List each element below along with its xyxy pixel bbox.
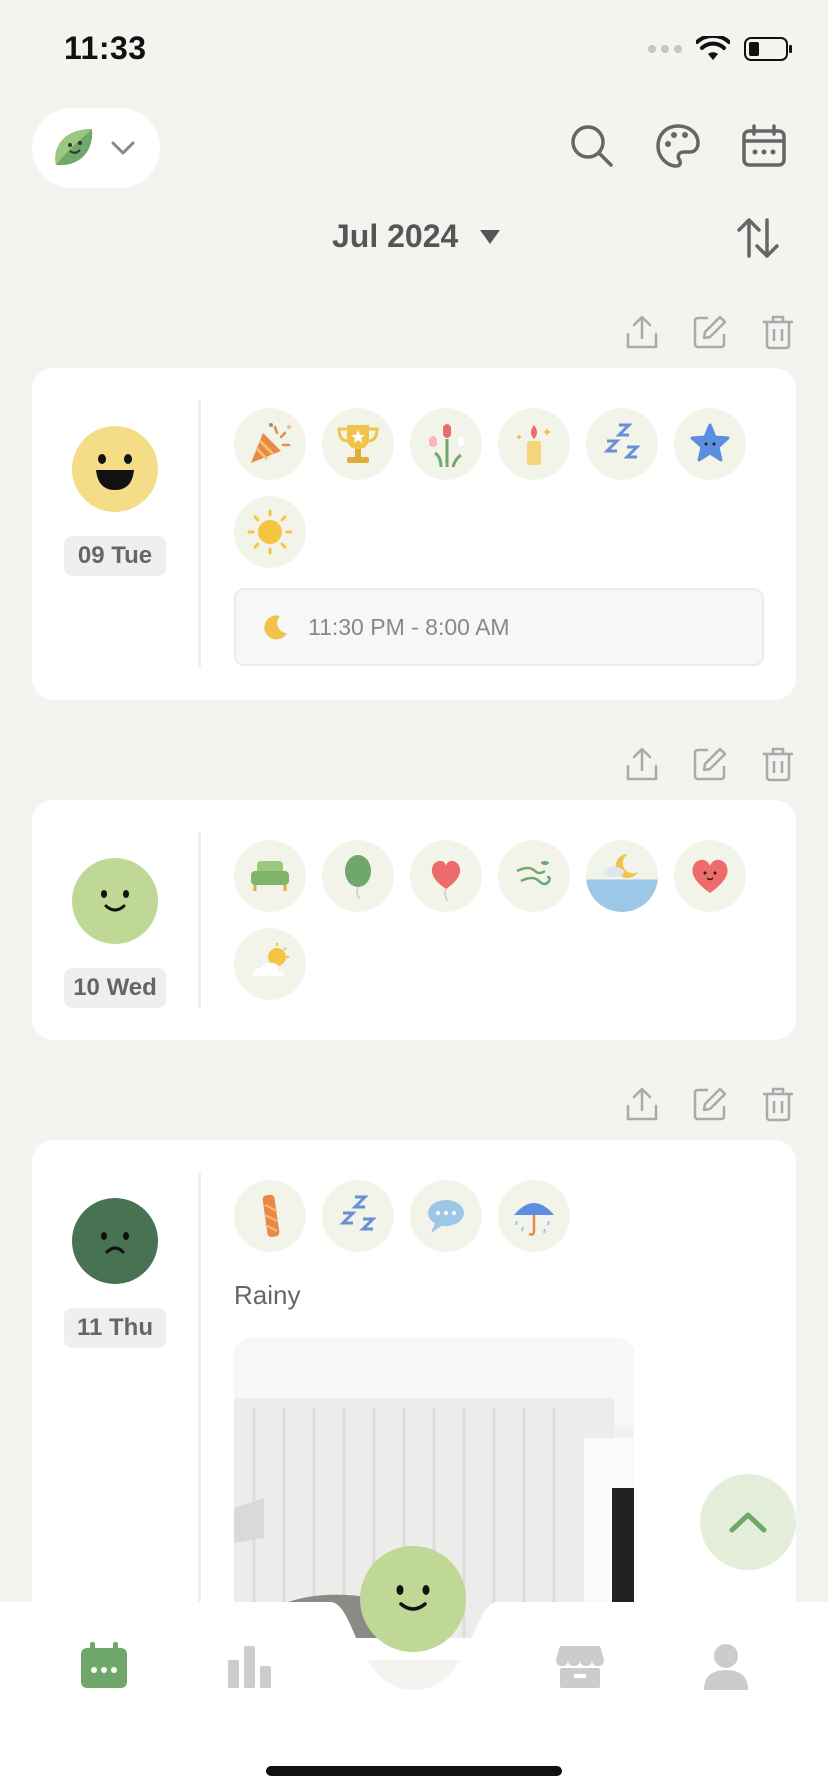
partly-cloudy-icon <box>234 928 306 1000</box>
scroll-top-button[interactable] <box>700 1474 796 1570</box>
entry-card[interactable]: 09 Tue 11:30 PM - 8:00 AM <box>32 368 796 700</box>
umbrella-icon <box>498 1180 570 1252</box>
status-indicators <box>648 36 794 62</box>
chevron-up-icon <box>729 1512 767 1533</box>
divider <box>198 832 201 1008</box>
caret-down-icon[interactable] <box>478 228 502 246</box>
trophy-icon <box>322 408 394 480</box>
party-popper-icon <box>234 408 306 480</box>
calendar-icon[interactable] <box>740 122 788 170</box>
month-row: Jul 2024 <box>0 210 828 266</box>
signal-dots-icon <box>648 45 682 53</box>
edit-icon[interactable] <box>692 1086 728 1122</box>
entry-card[interactable]: 10 Wed <box>32 800 796 1040</box>
bandage-icon <box>234 1180 306 1252</box>
entry-actions <box>624 314 796 350</box>
sofa-icon <box>234 840 306 912</box>
person-icon <box>704 1644 748 1690</box>
entry-date: 10 Wed <box>64 968 166 1008</box>
store-icon <box>556 1646 604 1688</box>
sleep-record: 11:30 PM - 8:00 AM <box>234 588 764 666</box>
sort-icon[interactable] <box>734 214 782 262</box>
activity-icons <box>234 408 774 568</box>
red-balloon-icon <box>410 840 482 912</box>
night-sea-icon <box>586 840 658 912</box>
mood-sad-icon <box>72 1198 158 1284</box>
activity-icons <box>234 1180 774 1252</box>
calendar-tab[interactable] <box>78 1640 130 1692</box>
bar-chart-icon <box>228 1646 271 1688</box>
smiley-icon <box>396 1585 430 1611</box>
sun-icon <box>234 496 306 568</box>
flowers-icon <box>410 408 482 480</box>
home-indicator <box>266 1766 562 1776</box>
delete-icon[interactable] <box>760 746 796 782</box>
stats-tab[interactable] <box>224 1640 276 1692</box>
mood-good-icon <box>72 858 158 944</box>
status-time: 11:33 <box>64 30 147 66</box>
top-actions <box>568 122 788 170</box>
sleep-time: 11:30 PM - 8:00 AM <box>308 613 510 640</box>
moon-icon <box>264 615 287 640</box>
wifi-icon <box>696 36 730 60</box>
green-balloon-icon <box>322 840 394 912</box>
divider <box>198 1172 201 1632</box>
add-mood-button[interactable] <box>360 1546 466 1652</box>
edit-icon[interactable] <box>692 314 728 350</box>
entry-actions <box>624 746 796 782</box>
share-icon[interactable] <box>624 1086 660 1122</box>
month-selector[interactable]: Jul 2024 <box>332 218 458 255</box>
delete-icon[interactable] <box>760 314 796 350</box>
palette-icon[interactable] <box>654 122 702 170</box>
entry-date: 11 Thu <box>64 1308 166 1348</box>
chevron-down-icon <box>111 141 135 155</box>
delete-icon[interactable] <box>760 1086 796 1122</box>
top-bar <box>0 108 828 188</box>
entry-actions <box>624 1086 796 1122</box>
store-tab[interactable] <box>554 1640 606 1692</box>
entry-date: 09 Tue <box>64 536 166 576</box>
sleep-zzz-icon <box>322 1180 394 1252</box>
heart-icon <box>674 840 746 912</box>
diary-switcher[interactable] <box>32 108 160 188</box>
status-bar: 11:33 <box>0 0 828 100</box>
calendar-tab-icon <box>81 1642 127 1688</box>
share-icon[interactable] <box>624 746 660 782</box>
entry-note: Rainy <box>234 1280 301 1310</box>
battery-icon <box>744 37 792 61</box>
search-icon[interactable] <box>568 122 616 170</box>
candle-icon <box>498 408 570 480</box>
edit-icon[interactable] <box>692 746 728 782</box>
sleep-zzz-icon <box>586 408 658 480</box>
divider <box>198 400 201 668</box>
mood-happy-icon <box>72 426 158 512</box>
share-icon[interactable] <box>624 314 660 350</box>
chat-bubble-icon <box>410 1180 482 1252</box>
leaf-avatar-icon <box>55 129 93 166</box>
activity-icons <box>234 840 774 1000</box>
wind-icon <box>498 840 570 912</box>
profile-tab[interactable] <box>700 1640 752 1692</box>
star-icon <box>674 408 746 480</box>
